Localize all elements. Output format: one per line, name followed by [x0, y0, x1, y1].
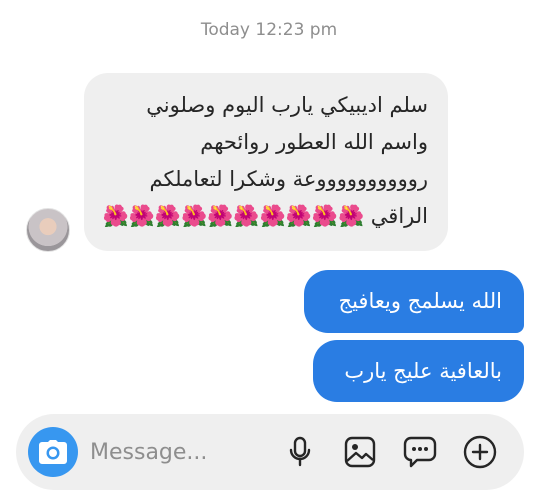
outgoing-message-text: بالعافية عليج يارب — [344, 359, 502, 383]
chat-bubble-icon — [403, 436, 437, 468]
incoming-message-bubble[interactable]: سلم اديبيكي يارب اليوم وصلوني واسم الله … — [84, 73, 448, 251]
microphone-icon — [289, 436, 311, 467]
image-icon — [344, 436, 376, 468]
message-line: سلم اديبيكي يارب اليوم وصلوني — [146, 93, 428, 117]
thread-timestamp: Today 12:23 pm — [200, 20, 338, 40]
message-line: الراقي 🌺🌺🌺🌺🌺🌺🌺🌺🌺🌺 — [102, 204, 428, 228]
outgoing-message-text: الله يسلمج ويعافيج — [338, 289, 502, 313]
message-input[interactable] — [90, 434, 280, 470]
message-line: واسم الله العطور روائحهم — [200, 130, 428, 154]
outgoing-message-bubble[interactable]: بالعافية عليج يارب — [313, 340, 524, 402]
microphone-button[interactable] — [282, 434, 318, 470]
gallery-button[interactable] — [342, 434, 378, 470]
camera-icon — [39, 440, 67, 464]
sticker-button[interactable] — [402, 434, 438, 470]
outgoing-message-bubble[interactable]: الله يسلمج ويعافيج — [304, 270, 524, 333]
message-composer — [16, 414, 524, 490]
message-line: رووووووووووعة وشكرا لتعاملكم — [149, 167, 429, 191]
plus-icon — [463, 435, 497, 469]
more-button[interactable] — [462, 434, 498, 470]
contact-avatar[interactable] — [26, 208, 70, 252]
chat-screen: Today 12:23 pm سلم اديبيكي يارب اليوم وص… — [0, 0, 538, 499]
camera-button[interactable] — [28, 427, 78, 477]
